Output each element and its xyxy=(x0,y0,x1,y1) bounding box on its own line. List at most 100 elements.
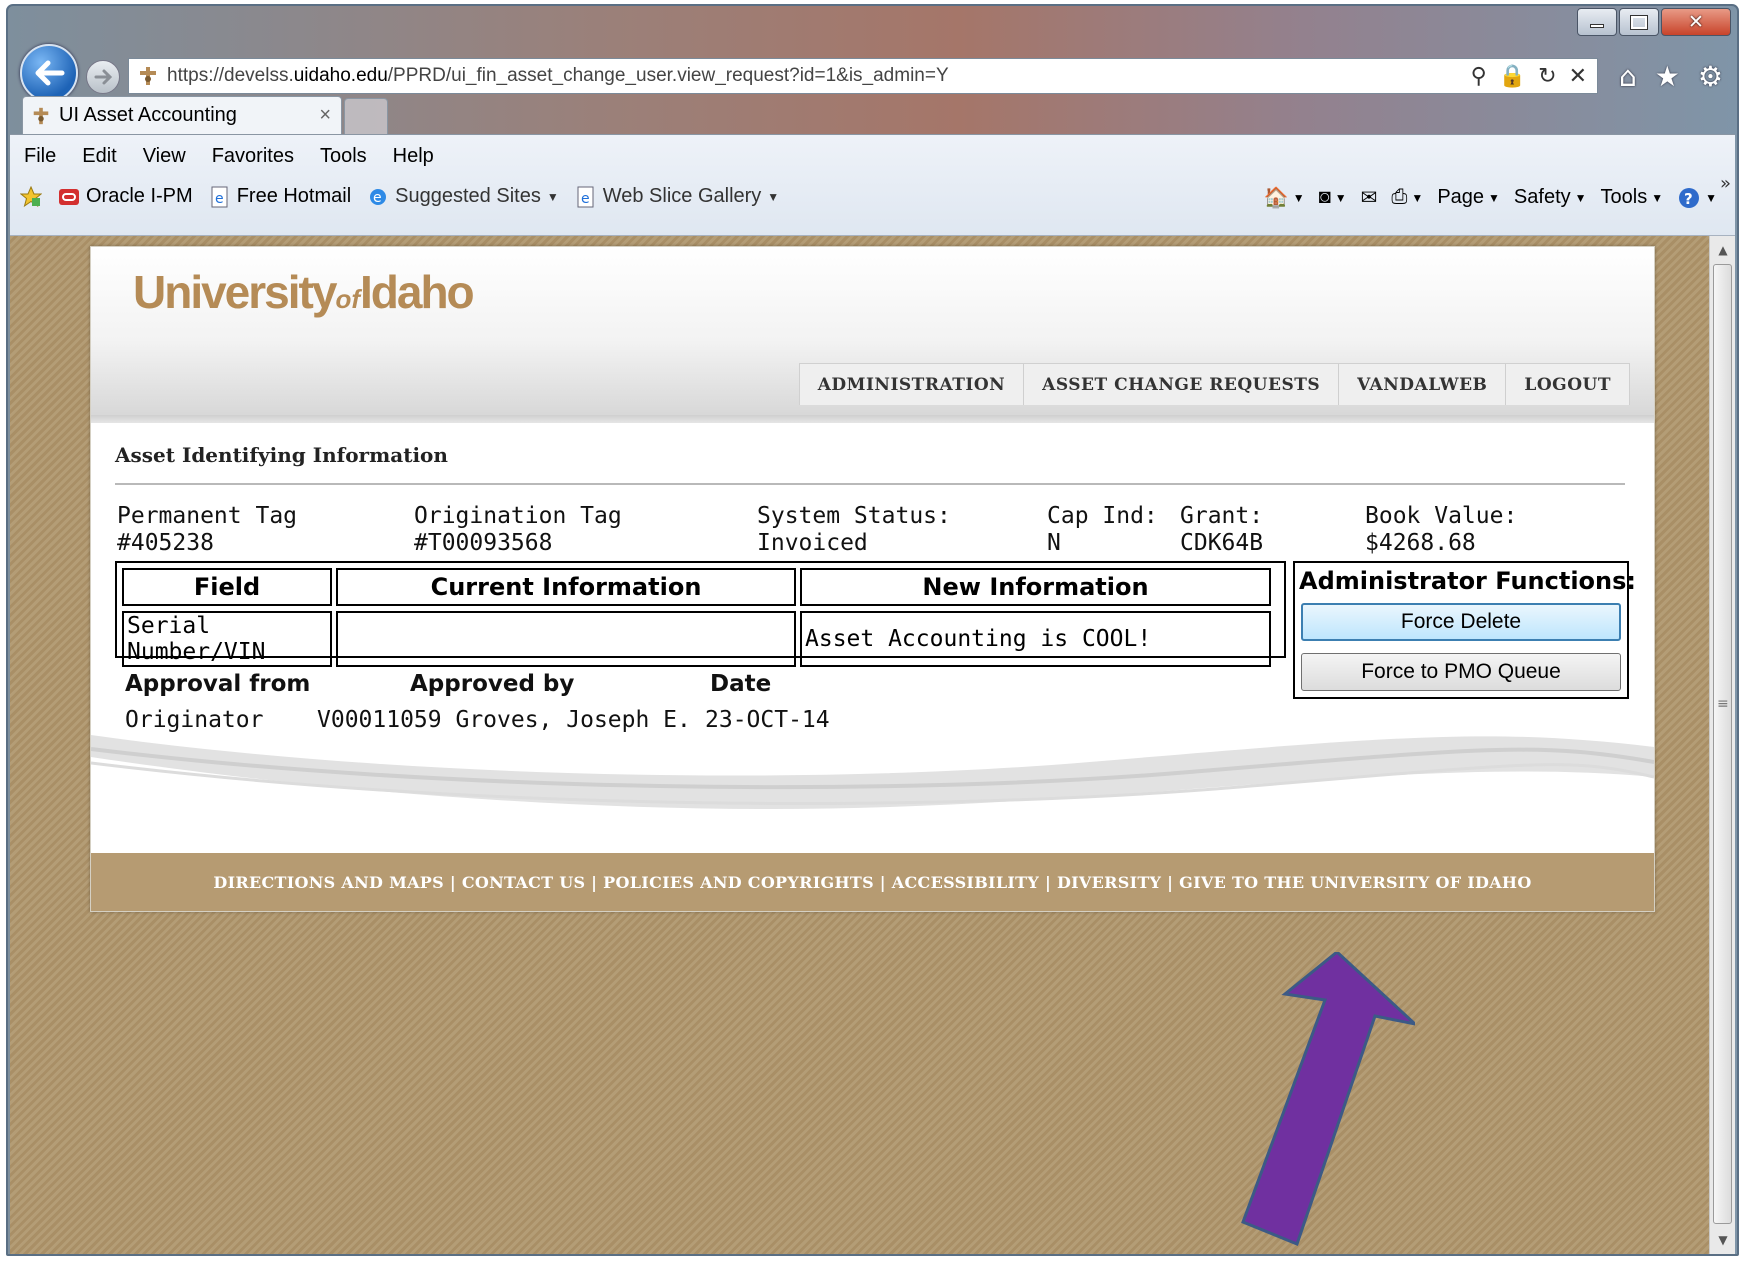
favorites-star-icon[interactable]: ★ xyxy=(1655,60,1680,93)
nav-vandalweb[interactable]: VANDALWEB xyxy=(1338,364,1505,405)
origination-tag: Origination Tag #T00093568 xyxy=(414,503,622,556)
address-bar[interactable]: https://develss.uidaho.edu/PPRD/ui_fin_a… xyxy=(128,58,1598,94)
admin-functions-title: Administrator Functions: xyxy=(1299,567,1636,595)
refresh-icon[interactable]: ↻ xyxy=(1538,63,1556,89)
approval-header-date: Date xyxy=(710,671,772,697)
permanent-tag: Permanent Tag #405238 xyxy=(117,503,298,556)
mail-button[interactable]: ✉ xyxy=(1361,185,1378,210)
printer-icon: ⎙ xyxy=(1391,186,1408,208)
chevron-down-icon: ▼ xyxy=(1574,190,1587,205)
toolbars: File Edit View Favorites Tools Help Orac… xyxy=(10,134,1735,236)
table-header-row: Field Current Information New Informatio… xyxy=(122,568,1271,606)
home-button[interactable]: 🏠 ▼ xyxy=(1264,185,1305,210)
rss-icon: ◙ xyxy=(1318,186,1331,208)
force-delete-button[interactable]: Force Delete xyxy=(1301,603,1621,641)
safety-menu[interactable]: Safety ▼ xyxy=(1514,186,1587,209)
svg-text:e: e xyxy=(373,190,382,206)
chevron-down-icon: ▼ xyxy=(767,189,780,204)
back-button[interactable] xyxy=(20,44,78,102)
feeds-button[interactable]: ◙ ▼ xyxy=(1319,186,1347,209)
chevron-down-icon: ▼ xyxy=(1334,190,1347,205)
nav-asset-change-requests[interactable]: ASSET CHANGE REQUESTS xyxy=(1023,364,1338,405)
chevron-down-icon: ▼ xyxy=(1292,190,1305,205)
mail-icon: ✉ xyxy=(1360,187,1378,209)
nav-logout[interactable]: LOGOUT xyxy=(1505,364,1629,405)
command-bar: 🏠 ▼ ◙ ▼ ✉ ⎙ ▼ Page ▼ Safety ▼ Tools ▼ ? ▼ xyxy=(1264,185,1717,210)
grant: Grant: CDK64B xyxy=(1180,503,1264,556)
approval-header-from: Approval from xyxy=(125,671,311,697)
forward-button[interactable] xyxy=(86,60,120,94)
cell-current xyxy=(336,611,796,667)
ie-page-icon: e xyxy=(577,186,594,207)
minimize-icon xyxy=(1590,24,1604,28)
minimize-button[interactable] xyxy=(1577,8,1617,36)
page-menu[interactable]: Page ▼ xyxy=(1437,186,1500,209)
scroll-grip-icon: ≡ xyxy=(1717,696,1729,712)
favorite-free-hotmail[interactable]: e Free Hotmail xyxy=(209,185,351,208)
home-icon[interactable]: ⌂ xyxy=(1619,60,1637,93)
site-header: UniversityofIdaho ADMINISTRATION ASSET C… xyxy=(91,247,1654,417)
ie-logo-icon: e xyxy=(370,188,387,206)
tab-title: UI Asset Accounting xyxy=(59,104,237,126)
vertical-scrollbar[interactable]: ▲ ≡ ▼ xyxy=(1709,236,1735,1254)
annotation-arrow-icon xyxy=(1241,952,1415,1246)
favorite-suggested-sites[interactable]: e Suggested Sites ▼ xyxy=(367,185,559,208)
site-nav: ADMINISTRATION ASSET CHANGE REQUESTS VAN… xyxy=(798,363,1630,405)
cap-ind: Cap Ind: N xyxy=(1047,503,1158,556)
new-tab-button[interactable] xyxy=(344,98,388,134)
approval-header-by: Approved by xyxy=(410,671,575,697)
tab-ui-asset-accounting[interactable]: UI Asset Accounting × xyxy=(22,96,342,134)
menu-edit[interactable]: Edit xyxy=(82,145,116,168)
chevron-down-icon: ▼ xyxy=(1488,190,1500,205)
admin-functions-box: Administrator Functions: Force Delete Fo… xyxy=(1293,561,1636,699)
menu-view[interactable]: View xyxy=(143,145,186,168)
scroll-down-icon[interactable]: ▼ xyxy=(1710,1228,1736,1252)
forward-arrow-icon xyxy=(94,69,113,85)
window-controls: ✕ xyxy=(1577,8,1731,36)
browser-right-icons: ⌂ ★ ⚙ xyxy=(1619,60,1723,93)
browser-window: ✕ https://develss.uidaho.edu/PPRD/ui_fin… xyxy=(6,4,1739,1256)
chevron-down-icon: ▼ xyxy=(546,189,559,204)
university-logo[interactable]: UniversityofIdaho xyxy=(133,265,475,319)
tools-menu[interactable]: Tools ▼ xyxy=(1601,186,1664,209)
nav-administration[interactable]: ADMINISTRATION xyxy=(800,364,1023,405)
ie-page-icon: e xyxy=(211,186,228,207)
page-card: UniversityofIdaho ADMINISTRATION ASSET C… xyxy=(90,246,1655,912)
menu-favorites[interactable]: Favorites xyxy=(212,145,294,168)
menu-bar: File Edit View Favorites Tools Help xyxy=(24,145,434,168)
maximize-button[interactable] xyxy=(1619,8,1659,36)
home-icon: 🏠 xyxy=(1263,187,1289,209)
scroll-up-icon[interactable]: ▲ xyxy=(1710,238,1736,262)
search-icon[interactable]: ⚲ xyxy=(1471,63,1487,89)
favorite-web-slice-gallery[interactable]: e Web Slice Gallery ▼ xyxy=(575,185,779,208)
system-status: System Status: Invoiced xyxy=(757,503,951,556)
svg-text:e: e xyxy=(215,191,224,207)
scroll-thumb[interactable] xyxy=(1713,264,1732,1224)
settings-gear-icon[interactable]: ⚙ xyxy=(1698,60,1723,93)
stop-icon[interactable]: ✕ xyxy=(1569,63,1587,89)
menu-file[interactable]: File xyxy=(24,145,56,168)
close-icon: ✕ xyxy=(1688,11,1704,33)
force-to-pmo-queue-button[interactable]: Force to PMO Queue xyxy=(1301,653,1621,691)
chevron-down-icon: ▼ xyxy=(1705,190,1717,205)
toolbar-overflow-chevron-icon[interactable]: » xyxy=(1720,173,1731,194)
favorites-add-star-icon[interactable] xyxy=(20,185,42,208)
print-button[interactable]: ⎙ ▼ xyxy=(1391,186,1423,209)
help-button[interactable]: ? ▼ xyxy=(1677,186,1717,210)
site-footer[interactable]: DIRECTIONS AND MAPS | CONTACT US | POLIC… xyxy=(91,853,1654,911)
section-rule xyxy=(115,483,1625,485)
svg-text:?: ? xyxy=(1684,190,1693,208)
menu-tools[interactable]: Tools xyxy=(320,145,367,168)
close-window-button[interactable]: ✕ xyxy=(1661,8,1731,36)
lock-icon[interactable]: 🔒 xyxy=(1499,63,1526,89)
book-value: Book Value: $4268.68 xyxy=(1365,503,1518,556)
oracle-icon xyxy=(59,188,79,205)
favorite-oracle-ipm[interactable]: Oracle I-PM xyxy=(58,185,193,208)
tab-close-icon[interactable]: × xyxy=(319,104,331,127)
decorative-swoosh xyxy=(91,735,1654,809)
maximize-icon xyxy=(1630,14,1648,30)
change-table: Field Current Information New Informatio… xyxy=(115,561,1286,667)
menu-help[interactable]: Help xyxy=(393,145,434,168)
cell-new: Asset Accounting is COOL! xyxy=(800,611,1271,667)
favorites-bar: Oracle I-PM e Free Hotmail e Suggested S… xyxy=(20,185,779,208)
